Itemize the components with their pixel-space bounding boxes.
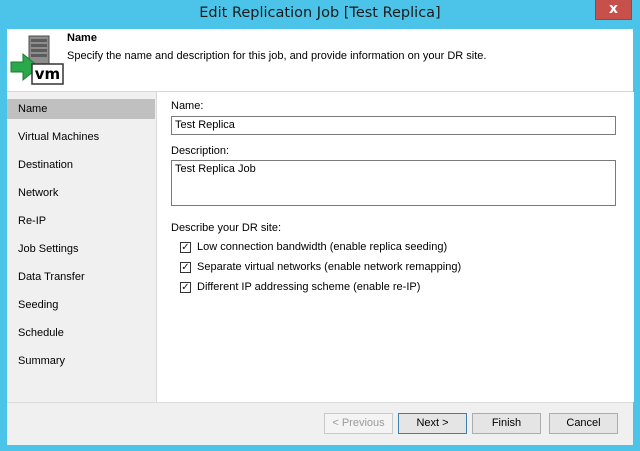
- separate-networks-label: Separate virtual networks (enable networ…: [197, 261, 462, 273]
- name-label: Name:: [171, 100, 204, 112]
- step-content: Name: Test Replica Description: Test Rep…: [156, 92, 634, 402]
- close-icon: x: [608, 1, 619, 17]
- nav-item-summary[interactable]: Summary: [7, 351, 155, 371]
- nav-item-re-ip[interactable]: Re-IP: [7, 211, 155, 231]
- finish-button[interactable]: Finish: [472, 413, 541, 434]
- description-textarea[interactable]: Test Replica Job: [171, 160, 616, 206]
- different-ip-label: Different IP addressing scheme (enable r…: [197, 281, 421, 293]
- previous-button[interactable]: < Previous: [324, 413, 393, 434]
- dr-site-label: Describe your DR site:: [171, 222, 282, 234]
- low-bandwidth-label: Low connection bandwidth (enable replica…: [197, 241, 448, 253]
- svg-text:vm: vm: [35, 65, 60, 83]
- window-title: Edit Replication Job [Test Replica]: [199, 5, 441, 21]
- step-title: Name: [67, 32, 97, 44]
- step-description: Specify the name and description for thi…: [67, 50, 487, 62]
- cancel-button[interactable]: Cancel: [549, 413, 618, 434]
- nav-item-schedule[interactable]: Schedule: [7, 323, 155, 343]
- next-button[interactable]: Next >: [398, 413, 467, 434]
- wizard-header: vm Name Specify the name and description…: [7, 29, 633, 92]
- nav-item-virtual-machines[interactable]: Virtual Machines: [7, 127, 155, 147]
- nav-item-network[interactable]: Network: [7, 183, 155, 203]
- close-button[interactable]: x: [595, 0, 632, 20]
- low-bandwidth-checkbox[interactable]: ✓: [180, 242, 191, 253]
- name-input[interactable]: Test Replica: [171, 116, 616, 135]
- nav-item-job-settings[interactable]: Job Settings: [7, 239, 155, 259]
- vm-import-icon: vm: [10, 35, 64, 85]
- separate-networks-checkbox[interactable]: ✓: [180, 262, 191, 273]
- description-label: Description:: [171, 145, 230, 157]
- dialog-window: Edit Replication Job [Test Replica] x vm…: [0, 0, 640, 451]
- dialog-client: vm Name Specify the name and description…: [7, 29, 634, 445]
- different-ip-checkbox[interactable]: ✓: [180, 282, 191, 293]
- title-bar[interactable]: Edit Replication Job [Test Replica] x: [0, 0, 640, 29]
- wizard-footer: < Previous Next > Finish Cancel: [7, 402, 633, 445]
- wizard-steps-nav: Name Virtual Machines Destination Networ…: [7, 92, 155, 402]
- nav-item-name[interactable]: Name: [7, 99, 155, 119]
- nav-item-destination[interactable]: Destination: [7, 155, 155, 175]
- nav-item-seeding[interactable]: Seeding: [7, 295, 155, 315]
- nav-item-data-transfer[interactable]: Data Transfer: [7, 267, 155, 287]
